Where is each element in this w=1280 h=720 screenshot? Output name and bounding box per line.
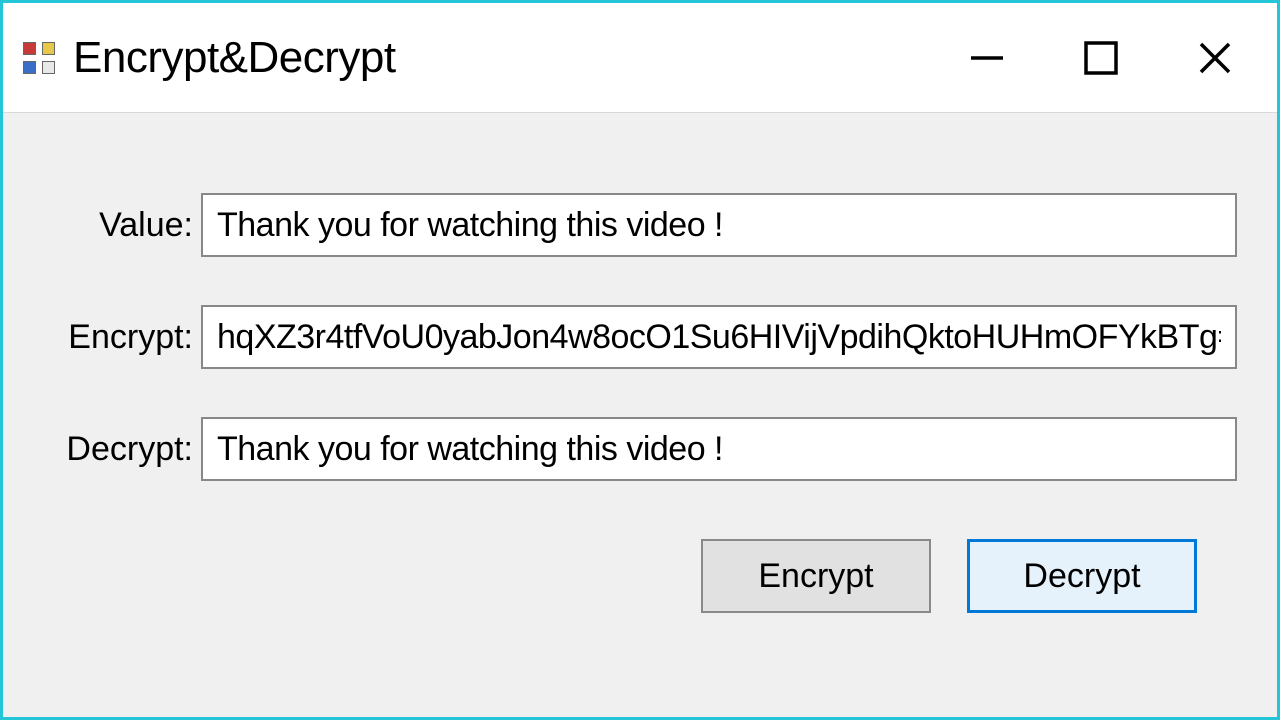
titlebar: Encrypt&Decrypt <box>3 3 1277 113</box>
window-controls <box>965 36 1257 80</box>
decrypt-input[interactable] <box>201 417 1237 481</box>
close-button[interactable] <box>1193 36 1237 80</box>
minimize-button[interactable] <box>965 36 1009 80</box>
value-label: Value: <box>43 206 201 245</box>
button-row: Encrypt Decrypt <box>43 539 1237 613</box>
maximize-button[interactable] <box>1079 36 1123 80</box>
encrypt-label: Encrypt: <box>43 318 201 357</box>
app-window: Encrypt&Decrypt Value: <box>0 0 1280 720</box>
client-area: Value: Encrypt: Decrypt: Encrypt Decrypt <box>3 113 1277 717</box>
close-icon <box>1197 40 1233 76</box>
app-icon <box>23 42 55 74</box>
maximize-icon <box>1084 41 1118 75</box>
encrypt-input[interactable] <box>201 305 1237 369</box>
encrypt-button[interactable]: Encrypt <box>701 539 931 613</box>
encrypt-row: Encrypt: <box>43 305 1237 369</box>
window-title: Encrypt&Decrypt <box>73 33 965 83</box>
value-input[interactable] <box>201 193 1237 257</box>
decrypt-label: Decrypt: <box>43 430 201 469</box>
minimize-icon <box>969 40 1005 76</box>
decrypt-row: Decrypt: <box>43 417 1237 481</box>
decrypt-button[interactable]: Decrypt <box>967 539 1197 613</box>
value-row: Value: <box>43 193 1237 257</box>
